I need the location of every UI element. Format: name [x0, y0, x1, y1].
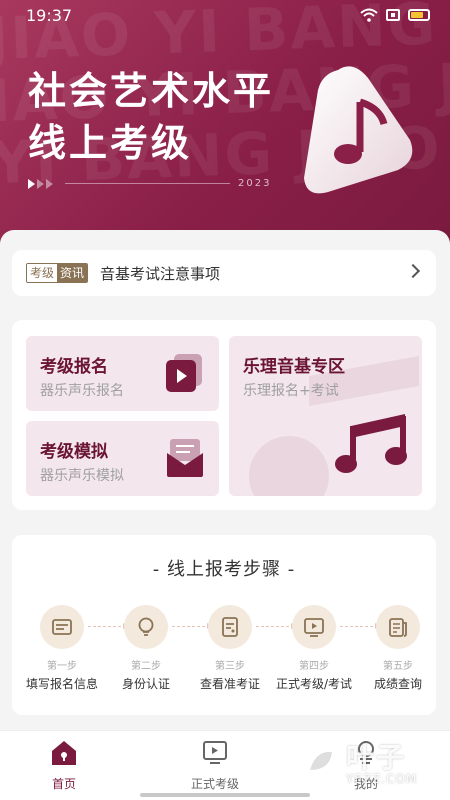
step-number: 第二步: [131, 661, 161, 672]
step-item[interactable]: 第二步 身份认证: [104, 605, 188, 692]
banner-title-line2: 线上考级: [28, 121, 193, 165]
step-item[interactable]: 第一步 填写报名信息: [20, 605, 104, 692]
step-label: 正式考级/考试: [275, 677, 353, 691]
tile-subtitle: 器乐声乐模拟: [40, 468, 124, 484]
site-watermark: 叶子 YEZZ.COM: [296, 736, 442, 792]
step-item[interactable]: 第三步 查看准考证: [188, 605, 272, 692]
play-triangle-icon: [28, 178, 35, 189]
bulb-icon: [124, 605, 168, 649]
news-tag-left: 考级: [27, 264, 58, 282]
battery-icon: [408, 9, 430, 21]
feature-grid: 考级报名 器乐声乐报名 考级模拟 器乐声乐模拟 乐理音基专区 乐理报名+考试: [12, 320, 436, 510]
play-card-icon: [166, 354, 202, 392]
status-time: 19:37: [26, 6, 73, 25]
banner-year: 2023: [238, 178, 272, 189]
leaf-logo-icon: [300, 744, 340, 784]
news-bar[interactable]: 考级 资讯 音基考试注意事项: [12, 250, 436, 296]
step-number: 第一步: [47, 661, 77, 672]
hero-banner[interactable]: JIAO YI BANG IAO YI BANG JIAO Y YI BANG …: [0, 0, 450, 250]
step-label: 身份认证: [121, 677, 170, 691]
chevron-right-icon: [405, 263, 421, 279]
play-triangle-icon: [37, 178, 44, 189]
news-tag: 考级 资讯: [26, 263, 89, 283]
step-label: 查看准考证: [199, 677, 260, 691]
tile-title: 考级报名: [40, 357, 108, 377]
step-number: 第三步: [215, 661, 245, 672]
screen-record-icon: [386, 9, 400, 21]
status-icons: [360, 8, 430, 22]
step-label: 成绩查询: [373, 677, 422, 691]
news-tag-right: 资讯: [57, 264, 88, 282]
music-theory-zone-tile[interactable]: 乐理音基专区 乐理报名+考试: [229, 336, 422, 496]
step-number: 第四步: [299, 661, 329, 672]
status-bar: 19:37: [0, 0, 450, 32]
tile-title: 乐理音基专区: [243, 357, 345, 377]
indicator-line: [65, 183, 230, 184]
tile-title: 考级模拟: [40, 442, 108, 462]
home-icon: [52, 741, 76, 765]
banner-indicator: 2023: [28, 178, 271, 189]
tile-subtitle: 器乐声乐报名: [40, 383, 124, 399]
play-triangle-icon: [46, 178, 53, 189]
music-note-logo-icon: [304, 66, 413, 194]
tile-subtitle: 乐理报名+考试: [243, 383, 339, 399]
ticket-icon: [208, 605, 252, 649]
news-headline: 音基考试注意事项: [100, 264, 221, 283]
steps-title: - 线上报考步骤 -: [152, 559, 296, 580]
watermark-text: 叶子: [346, 741, 407, 774]
banner-title-line1: 社会艺术水平: [28, 69, 275, 113]
music-note-icon: [335, 414, 407, 473]
exam-simulation-tile[interactable]: 考级模拟 器乐声乐模拟: [26, 421, 219, 496]
video-icon: [292, 605, 336, 649]
score-icon: [376, 605, 420, 649]
tab-label: 首页: [51, 777, 76, 791]
wifi-icon: [360, 8, 378, 22]
exam-registration-tile[interactable]: 考级报名 器乐声乐报名: [26, 336, 219, 411]
step-item[interactable]: 第五步 成绩查询: [356, 605, 440, 692]
step-item[interactable]: 第四步 正式考级/考试: [272, 605, 356, 692]
watermark-url: YEZZ.COM: [346, 772, 418, 786]
tab-home[interactable]: 首页: [4, 739, 124, 792]
step-label: 填写报名信息: [25, 677, 98, 691]
form-icon: [40, 605, 84, 649]
step-number: 第五步: [383, 661, 413, 672]
tab-label: 正式考级: [190, 777, 239, 791]
mail-icon: [167, 439, 203, 477]
exam-icon: [203, 741, 227, 764]
home-indicator[interactable]: [140, 793, 310, 797]
tab-official-exam[interactable]: 正式考级: [155, 739, 275, 792]
exam-steps-card: - 线上报考步骤 - 第一步 填写报名信息 第二步 身份认证 第三步 查看准考证…: [12, 535, 436, 715]
